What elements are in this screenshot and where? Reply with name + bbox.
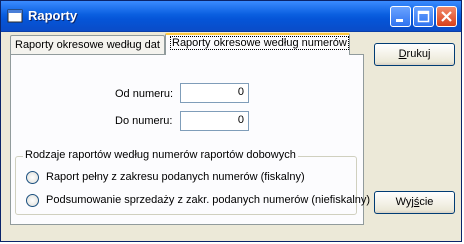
tab-by-dates-label: Raporty okresowe według dat (15, 39, 160, 51)
print-label-post: rukuj (406, 48, 431, 60)
radio-full-report-label[interactable]: Raport pełny z zakresu podanych numerów … (46, 171, 305, 183)
radio-sales-summary[interactable] (26, 194, 39, 207)
to-number-input[interactable]: 0 (180, 111, 249, 131)
tab-by-numbers-label: Raporty okresowe według numerów (170, 36, 349, 50)
report-type-group-title: Rodzaje raportów według numerów raportów… (23, 149, 298, 161)
maximize-button[interactable] (413, 6, 434, 27)
tab-by-numbers[interactable]: Raporty okresowe według numerów (165, 33, 350, 55)
radio-sales-summary-label[interactable]: Podsumowanie sprzedaży z zakr. podanych … (46, 194, 370, 206)
title-bar[interactable]: Raporty (1, 1, 461, 32)
from-number-label: Od numeru: (115, 88, 174, 100)
window-title: Raporty (28, 8, 78, 23)
maximize-icon (417, 10, 430, 23)
tab-by-dates[interactable]: Raporty okresowe według dat (10, 35, 165, 55)
radio-full-report[interactable] (26, 171, 39, 184)
app-icon (7, 9, 23, 23)
close-button[interactable] (436, 6, 457, 27)
report-type-group (15, 156, 357, 215)
minimize-icon (396, 19, 403, 22)
from-number-input[interactable]: 0 (180, 83, 249, 103)
minimize-button[interactable] (390, 6, 411, 27)
raporty-window: Raporty Raporty okresowe według dat Rapo… (0, 0, 462, 242)
exit-button[interactable]: Wyjście (374, 191, 455, 214)
to-number-label: Do numeru: (115, 115, 173, 127)
print-button[interactable]: Drukuj (374, 43, 455, 66)
exit-label-pre: Wyj (395, 196, 414, 208)
close-icon (441, 11, 452, 22)
print-label-access: D (398, 48, 407, 60)
exit-label-post: cie (419, 196, 434, 208)
